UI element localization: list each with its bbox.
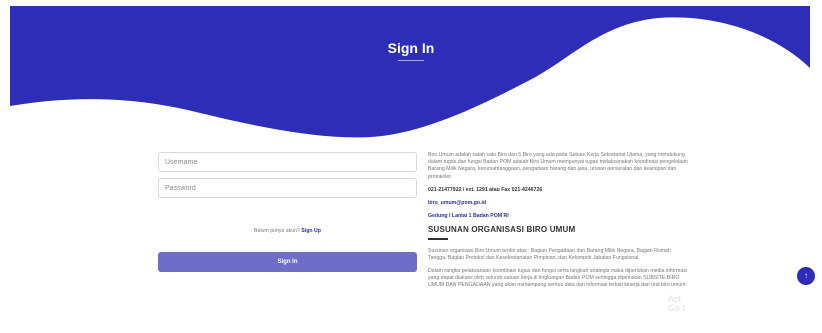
address-text: Gedung I Lantai 1 Badan POM RI [428, 213, 509, 220]
title-underline [398, 60, 424, 61]
org-text: Susunan organisasi Biro Umum terdiri ata… [428, 247, 671, 261]
hero-wave-background [10, 6, 810, 138]
info-panel: Biro Umum adalah salah satu Biro dari 5 … [428, 152, 690, 296]
arrow-up-icon: ↑ [804, 271, 808, 280]
activation-watermark: Act Go t [668, 294, 686, 313]
password-field[interactable] [158, 178, 417, 198]
signin-button[interactable]: Sign In [158, 252, 417, 272]
scroll-top-button[interactable]: ↑ [797, 267, 815, 285]
page-title: Sign In [387, 40, 435, 56]
org-heading: SUSUNAN ORGANISASI BIRO UMUM [428, 225, 576, 235]
about-text: Biro Umum adalah salah satu Biro dari 5 … [428, 152, 688, 180]
phone-text: 021-21477922 / ext. 1291 atau Fax 021-42… [428, 186, 543, 193]
heading-divider [428, 237, 448, 240]
signup-prompt: Belum punya akun? [254, 228, 300, 234]
hero-banner: Sign In [0, 0, 822, 140]
username-field[interactable] [158, 152, 417, 172]
signup-link[interactable]: Sign Up [301, 228, 321, 234]
coord-text: Dalam rangka pelaksanaan koordinasi tuga… [428, 268, 687, 289]
email-link[interactable]: biro_umum@pom.go.id [428, 200, 690, 207]
signup-row: Belum punya akun? Sign Up [158, 228, 417, 234]
